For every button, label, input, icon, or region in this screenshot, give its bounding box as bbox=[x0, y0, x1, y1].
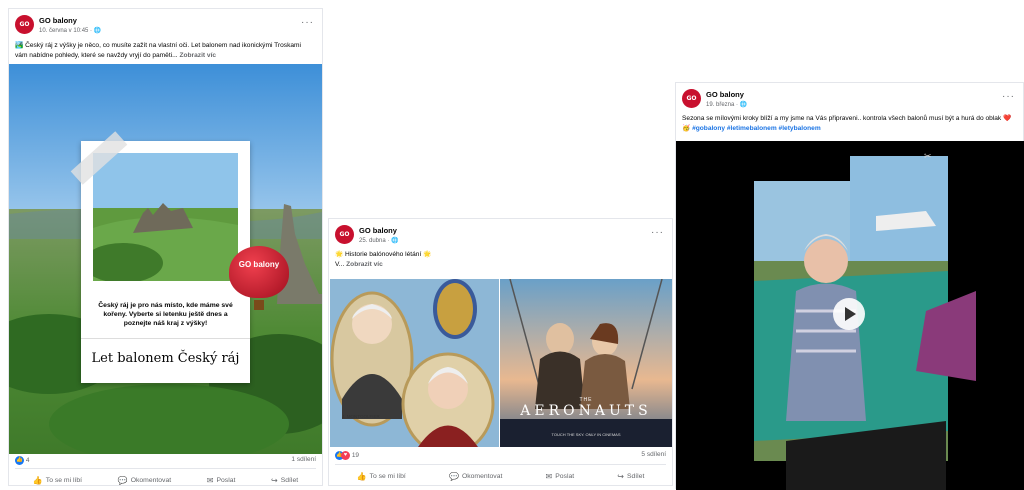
post-image-left[interactable]: J. MONTGOLFIER bbox=[330, 279, 499, 447]
share-count[interactable]: 5 sdílení bbox=[641, 451, 666, 458]
aeronauts-poster bbox=[500, 279, 672, 447]
love-reaction-icon: ♥ bbox=[341, 451, 350, 460]
comment-icon: 💬 bbox=[448, 472, 459, 481]
card-photo bbox=[93, 153, 238, 281]
card-title: Let balonem Český ráj bbox=[91, 351, 240, 366]
landscape-emoji-icon: 🏞️ bbox=[15, 42, 24, 49]
share-button[interactable]: ↪ Sdílet bbox=[617, 468, 644, 485]
balloon-logo: GO balony bbox=[229, 246, 289, 298]
post-date-text: 25. dubna · bbox=[359, 238, 392, 244]
reaction-stats[interactable]: 👍 4 bbox=[15, 456, 29, 465]
reaction-count: 4 bbox=[25, 457, 30, 465]
card-divider bbox=[81, 338, 250, 339]
send-button[interactable]: ✉ Poslat bbox=[207, 472, 236, 489]
post-header: GO GO balony 10. června v 10:45 · 🌐 ··· bbox=[15, 15, 316, 41]
play-icon[interactable] bbox=[833, 298, 865, 330]
share-count[interactable]: 1 sdílení bbox=[291, 456, 316, 463]
share-icon: ↪ bbox=[271, 476, 278, 485]
thumbs-up-icon: 👍 bbox=[32, 476, 43, 485]
share-icon: ↪ bbox=[617, 472, 624, 481]
balloon-basket bbox=[254, 300, 264, 310]
action-bar: 👍 To se mi líbí 💬 Okomentovat ✉ Poslat ↪ Sdí… bbox=[15, 468, 316, 489]
like-label: To se mi líbí bbox=[369, 473, 406, 480]
post-text: Sezona se mílovými kroky blíží a my jsme… bbox=[682, 114, 1018, 133]
comment-button[interactable]: 💬 Okomentovat bbox=[449, 468, 502, 485]
post-body: 🌟 Historie balónového létání 🌟 bbox=[335, 251, 432, 258]
thumbs-up-icon: 👍 bbox=[356, 472, 367, 481]
more-dots-icon[interactable]: ··· bbox=[1002, 91, 1015, 102]
like-label: To se mi líbí bbox=[45, 477, 83, 484]
action-bar: 👍 To se mi líbí 💬 Okomentovat ✉ Poslat ↪ Sdí… bbox=[335, 464, 666, 485]
send-label: Poslat bbox=[555, 473, 575, 480]
reaction-count: 19 bbox=[351, 452, 360, 460]
post-body: Český ráj z výšky je něco, co musíte zaž… bbox=[15, 42, 302, 59]
play-triangle bbox=[845, 307, 856, 321]
post-header: GO GO balony 25. dubna · 🌐 ··· bbox=[335, 225, 666, 251]
video-effect-icon: ✂ bbox=[924, 151, 932, 161]
avatar[interactable]: GO bbox=[682, 89, 701, 108]
messenger-icon: ✉ bbox=[206, 476, 214, 485]
avatar[interactable]: GO bbox=[335, 225, 354, 244]
messenger-icon: ✉ bbox=[545, 472, 553, 481]
author-name[interactable]: GO balony bbox=[359, 226, 397, 235]
send-label: Poslat bbox=[216, 477, 236, 484]
balloon-icon: GO balony bbox=[229, 246, 289, 316]
poster-tagline: TOUCH THE SKY. ONLY IN CINEMAS bbox=[551, 432, 621, 437]
post-date[interactable]: 25. dubna · 🌐 bbox=[359, 237, 399, 244]
post-date-text: 10. června v 10:45 · bbox=[39, 28, 94, 34]
globe-icon: 🌐 bbox=[391, 238, 399, 244]
post-image[interactable]: Český ráj je pro nás místo, kde máme své… bbox=[9, 64, 322, 454]
post-1: GO GO balony 10. června v 10:45 · 🌐 ··· … bbox=[8, 8, 323, 486]
post-date[interactable]: 19. března · 🌐 bbox=[706, 101, 747, 108]
like-button[interactable]: 👍 To se mi líbí bbox=[357, 468, 406, 485]
montgolfier-portraits bbox=[330, 279, 499, 447]
comment-label: Okomentovat bbox=[461, 473, 503, 480]
globe-icon: 🌐 bbox=[93, 28, 102, 34]
poster-title: AERONAUTS bbox=[520, 403, 652, 419]
post-video[interactable]: ✂ bbox=[676, 141, 1024, 490]
reaction-stats[interactable]: 👍♥ 19 bbox=[335, 451, 359, 460]
card-text: Český ráj je pro nás místo, kde máme své… bbox=[98, 302, 233, 327]
post-3: GO GO balony 19. března · 🌐 ··· Sezona s… bbox=[675, 82, 1024, 490]
like-button[interactable]: 👍 To se mi líbí bbox=[33, 472, 82, 489]
globe-icon: 🌐 bbox=[739, 102, 748, 108]
polaroid-card: Český ráj je pro nás místo, kde máme své… bbox=[81, 141, 250, 383]
more-dots-icon[interactable]: ··· bbox=[651, 227, 664, 238]
post-text: 🌟 Historie balónového létání 🌟 V... Zobr… bbox=[335, 250, 665, 269]
share-label: Sdílet bbox=[280, 477, 299, 484]
comment-button[interactable]: 💬 Okomentovat bbox=[118, 472, 171, 489]
post-text: 🏞️ Český ráj z výšky je něco, co musíte … bbox=[15, 41, 315, 60]
more-dots-icon[interactable]: ··· bbox=[301, 17, 314, 28]
portrait-caption: J. MONTGOLFIER bbox=[342, 414, 380, 419]
comment-label: Okomentovat bbox=[130, 477, 172, 484]
comment-icon: 💬 bbox=[117, 476, 128, 485]
post-image-right[interactable]: THE AERONAUTS TOUCH THE SKY. ONLY IN CIN… bbox=[500, 279, 672, 447]
hashtags[interactable]: #gobalony #letimebalonem #letybalonem bbox=[692, 125, 821, 132]
share-button[interactable]: ↪ Sdílet bbox=[271, 472, 298, 489]
author-name[interactable]: GO balony bbox=[706, 90, 744, 99]
avatar[interactable]: GO bbox=[15, 15, 34, 34]
author-name[interactable]: GO balony bbox=[39, 16, 77, 25]
see-more-link[interactable]: Zobrazit víc bbox=[346, 261, 383, 268]
post-2: GO GO balony 25. dubna · 🌐 ··· 🌟 Histori… bbox=[328, 218, 673, 486]
post-body-cont: V... bbox=[335, 260, 345, 268]
post-body-line2: V... Zobrazit víc bbox=[335, 260, 665, 270]
post-header: GO GO balony 19. března · 🌐 ··· bbox=[682, 89, 1017, 115]
post-date[interactable]: 10. června v 10:45 · 🌐 bbox=[39, 27, 101, 34]
like-reaction-icon: 👍 bbox=[15, 456, 24, 465]
send-button[interactable]: ✉ Poslat bbox=[546, 468, 575, 485]
share-label: Sdílet bbox=[626, 473, 645, 480]
post-date-text: 19. března · bbox=[706, 102, 740, 108]
see-more-link[interactable]: Zobrazit víc bbox=[179, 52, 216, 59]
